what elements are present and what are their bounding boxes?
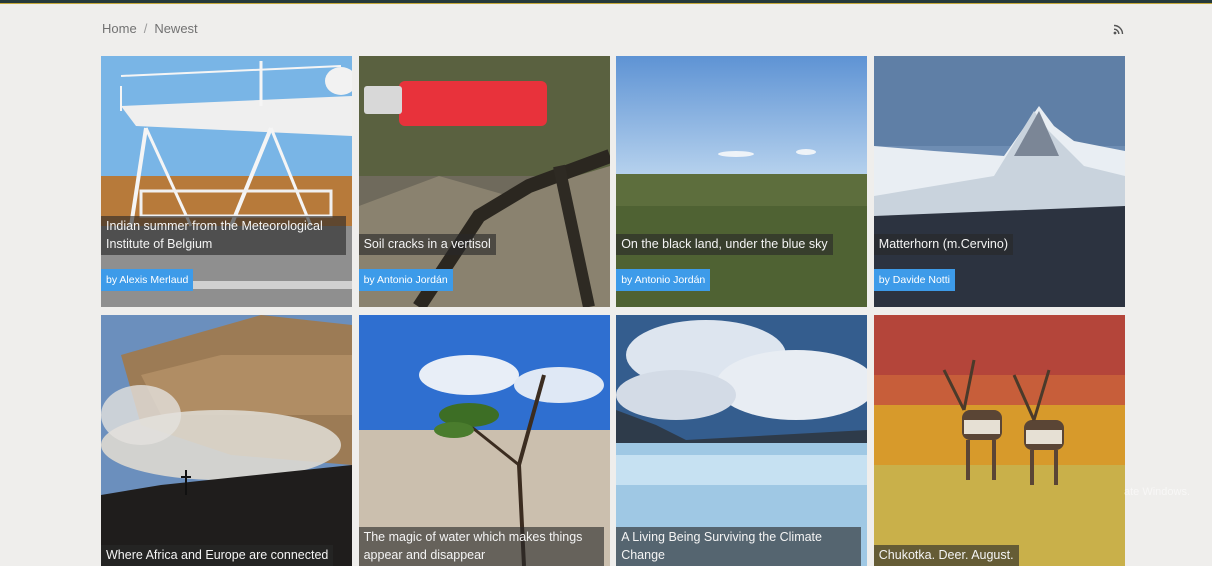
photo-caption[interactable]: The magic of water which makes things ap… xyxy=(358,527,604,566)
photo-card[interactable]: Soil cracks in a vertisol by Antonio Jor… xyxy=(358,56,610,307)
photo-caption[interactable]: Indian summer from the Meteorological In… xyxy=(101,216,346,255)
photo-caption[interactable]: A Living Being Surviving the Climate Cha… xyxy=(616,527,862,566)
photo-grid: Indian summer from the Meteorological In… xyxy=(101,56,1125,566)
photo-caption[interactable]: Where Africa and Europe are connected xyxy=(101,545,334,566)
author-badge[interactable]: by Alexis Merlaud xyxy=(101,269,194,291)
photo-card[interactable]: Where Africa and Europe are connected xyxy=(101,315,352,566)
photo-card[interactable]: Indian summer from the Meteorological In… xyxy=(101,56,352,307)
photo-card[interactable]: Matterhorn (m.Cervino) by Davide Notti xyxy=(873,56,1125,307)
photo-card[interactable]: On the black land, under the blue sky by… xyxy=(616,56,868,307)
breadcrumb-current: Newest xyxy=(154,21,198,36)
photo-caption[interactable]: On the black land, under the blue sky xyxy=(616,234,833,255)
breadcrumb: Home / Newest xyxy=(102,21,198,36)
breadcrumb-separator: / xyxy=(143,21,148,36)
photo-card[interactable]: The magic of water which makes things ap… xyxy=(358,315,610,566)
author-badge[interactable]: by Antonio Jordán xyxy=(358,269,453,291)
author-badge[interactable]: by Davide Notti xyxy=(873,269,955,291)
author-badge[interactable]: by Antonio Jordán xyxy=(616,269,711,291)
photo-africa-europe xyxy=(101,315,352,566)
photo-card[interactable]: A Living Being Surviving the Climate Cha… xyxy=(616,315,868,566)
activate-windows-watermark: ate Windows. xyxy=(1123,486,1190,498)
photo-caption[interactable]: Soil cracks in a vertisol xyxy=(358,234,496,255)
photo-caption[interactable]: Matterhorn (m.Cervino) xyxy=(873,234,1013,255)
top-accent-bar xyxy=(0,0,1212,4)
rss-icon[interactable] xyxy=(1113,24,1124,35)
photo-chukotka-deer xyxy=(873,315,1125,566)
photo-caption[interactable]: Chukotka. Deer. August. xyxy=(873,545,1019,566)
breadcrumb-home-link[interactable]: Home xyxy=(102,21,137,36)
photo-card[interactable]: Chukotka. Deer. August. xyxy=(873,315,1125,566)
